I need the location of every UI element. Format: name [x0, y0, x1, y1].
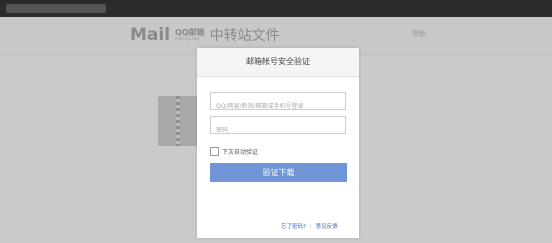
zip-file-icon — [158, 96, 198, 146]
remember-label[interactable]: 下次自动验证 — [222, 147, 258, 156]
forgot-password-link[interactable]: 忘了密码? — [281, 222, 306, 230]
qq-mail-logo[interactable]: Mail QQ邮箱 mail.qq.com 中转站文件 — [130, 25, 280, 45]
account-input[interactable] — [211, 98, 345, 115]
service-title: 中转站文件 — [209, 28, 280, 44]
link-separator: | — [309, 223, 312, 229]
checkbox-unchecked-icon[interactable] — [210, 147, 219, 156]
logo-mail-text: Mail — [130, 25, 171, 45]
security-verification-dialog: 邮箱帐号安全验证 下次自动验证 验证下载 忘了密码? | 意见反馈 — [197, 48, 359, 238]
blurred-url — [6, 4, 106, 13]
remember-option[interactable]: 下次自动验证 — [210, 147, 258, 156]
password-field[interactable] — [210, 116, 346, 139]
help-link[interactable]: 帮助 — [412, 29, 426, 39]
browser-top-bar — [0, 0, 552, 17]
dialog-links: 忘了密码? | 意见反馈 — [281, 222, 338, 230]
password-input[interactable] — [211, 122, 345, 139]
dialog-title: 邮箱帐号安全验证 — [197, 48, 359, 77]
verify-download-button[interactable]: 验证下载 — [210, 163, 347, 182]
feedback-link[interactable]: 意见反馈 — [316, 222, 338, 230]
account-field[interactable] — [210, 92, 346, 115]
logo-qq-sub: mail.qq.com — [175, 36, 200, 41]
logo-qq-block: QQ邮箱 mail.qq.com — [175, 29, 205, 41]
